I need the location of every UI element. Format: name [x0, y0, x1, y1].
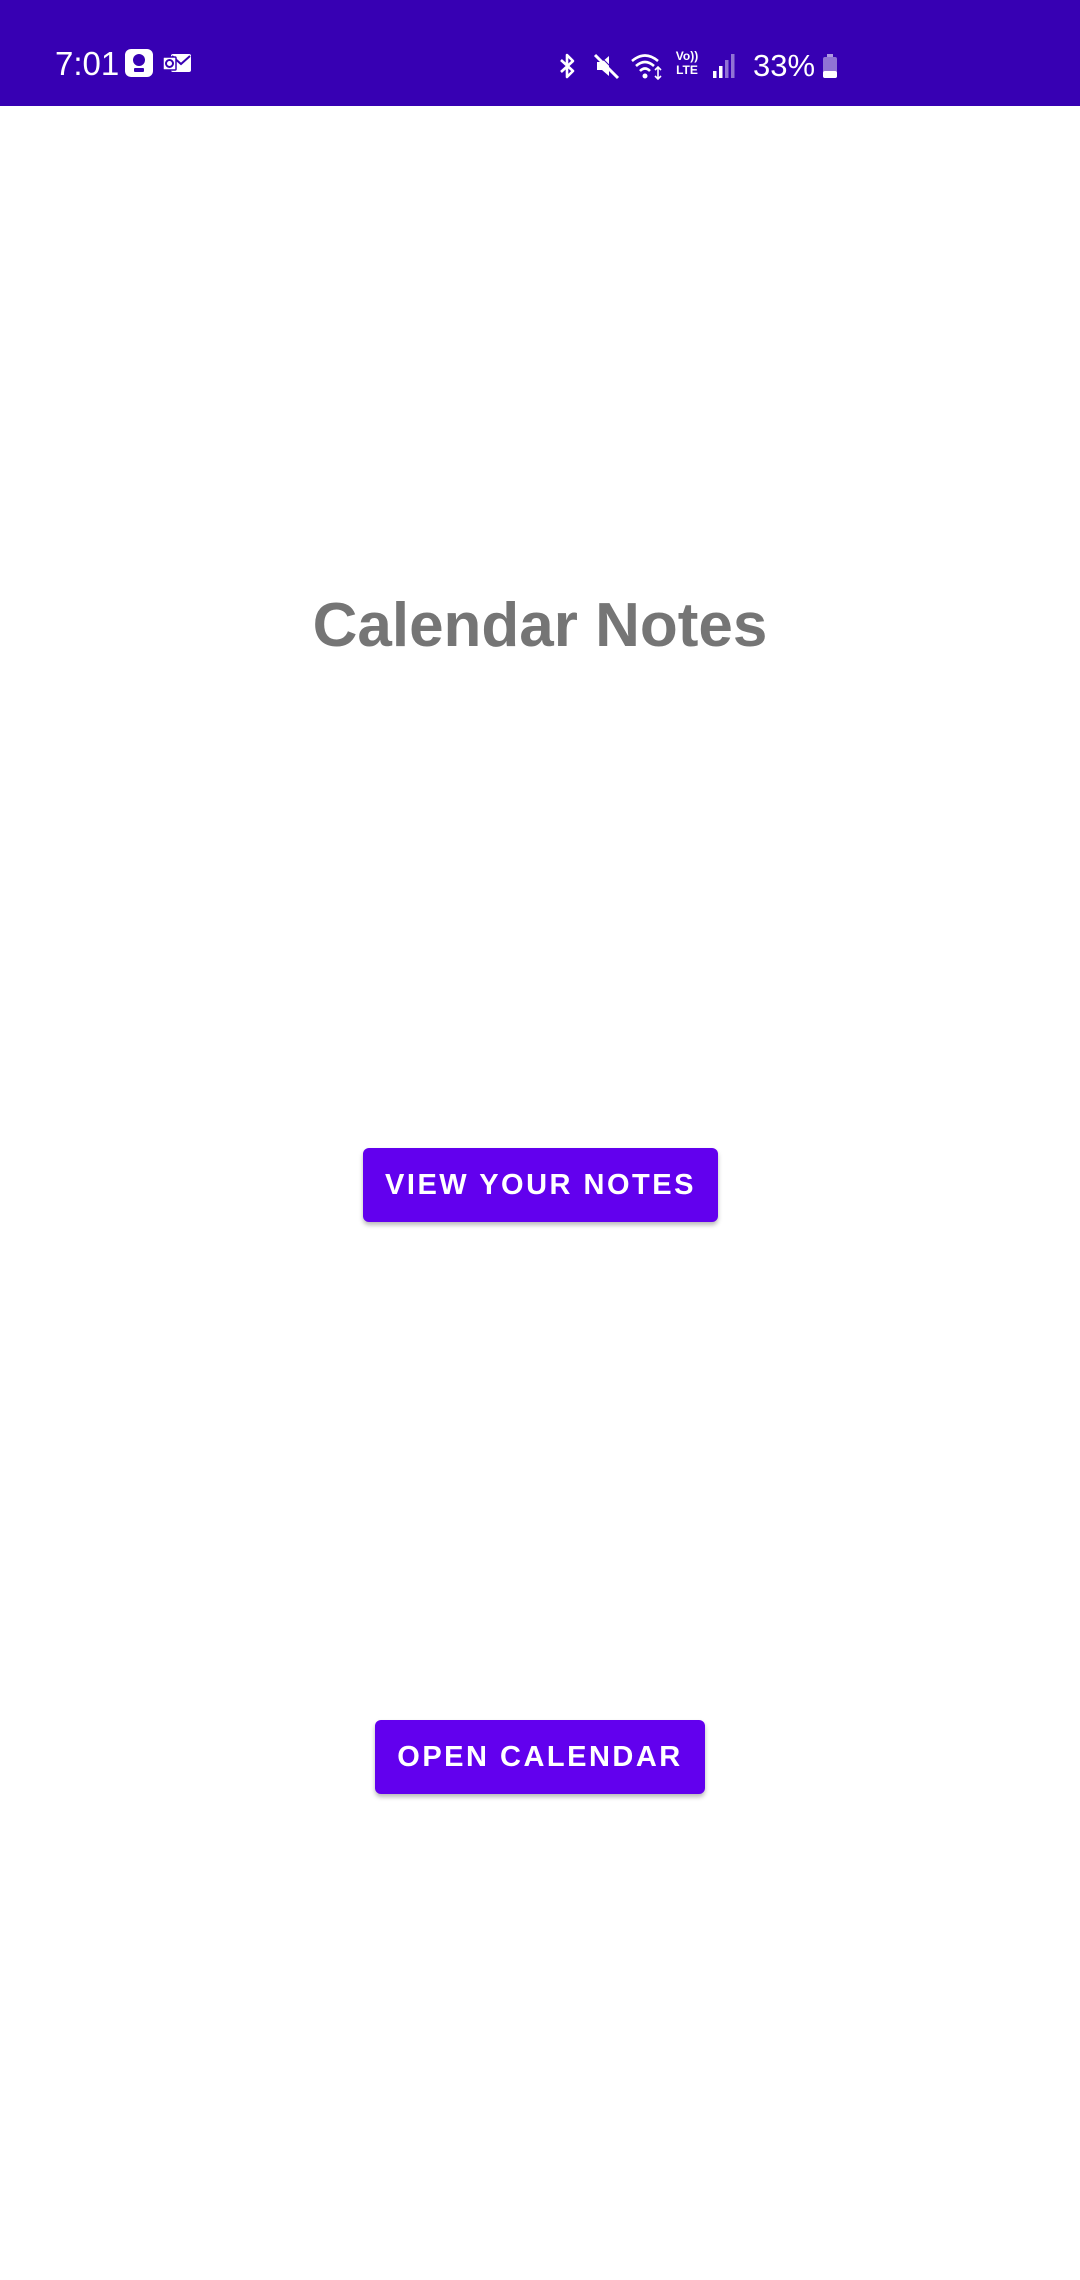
status-bar: 7:01 Vo)) LTE 33% [0, 0, 1080, 106]
volte-label-top: Vo)) [675, 49, 699, 63]
open-calendar-button[interactable]: OPEN CALENDAR [375, 1720, 705, 1794]
wifi-icon [630, 51, 664, 81]
battery-percent: 33% [753, 48, 816, 83]
view-notes-button[interactable]: VIEW YOUR NOTES [363, 1148, 718, 1222]
signal-icon [710, 51, 740, 81]
bluetooth-icon [552, 51, 582, 81]
mute-icon [591, 51, 621, 81]
page-title: Calendar Notes [312, 591, 768, 660]
volte-icon: Vo)) LTE [673, 49, 701, 83]
outlook-notification-icon [162, 48, 192, 78]
status-time: 7:01 [55, 45, 120, 82]
assistant-notification-icon [124, 48, 154, 78]
app-screen: 7:01 Vo)) LTE 33% Calendar Notes VIEW YO… [0, 0, 1080, 2280]
volte-label-bottom: LTE [676, 63, 698, 77]
battery-icon [821, 51, 839, 81]
status-icons: Vo)) LTE 33% [552, 44, 848, 88]
